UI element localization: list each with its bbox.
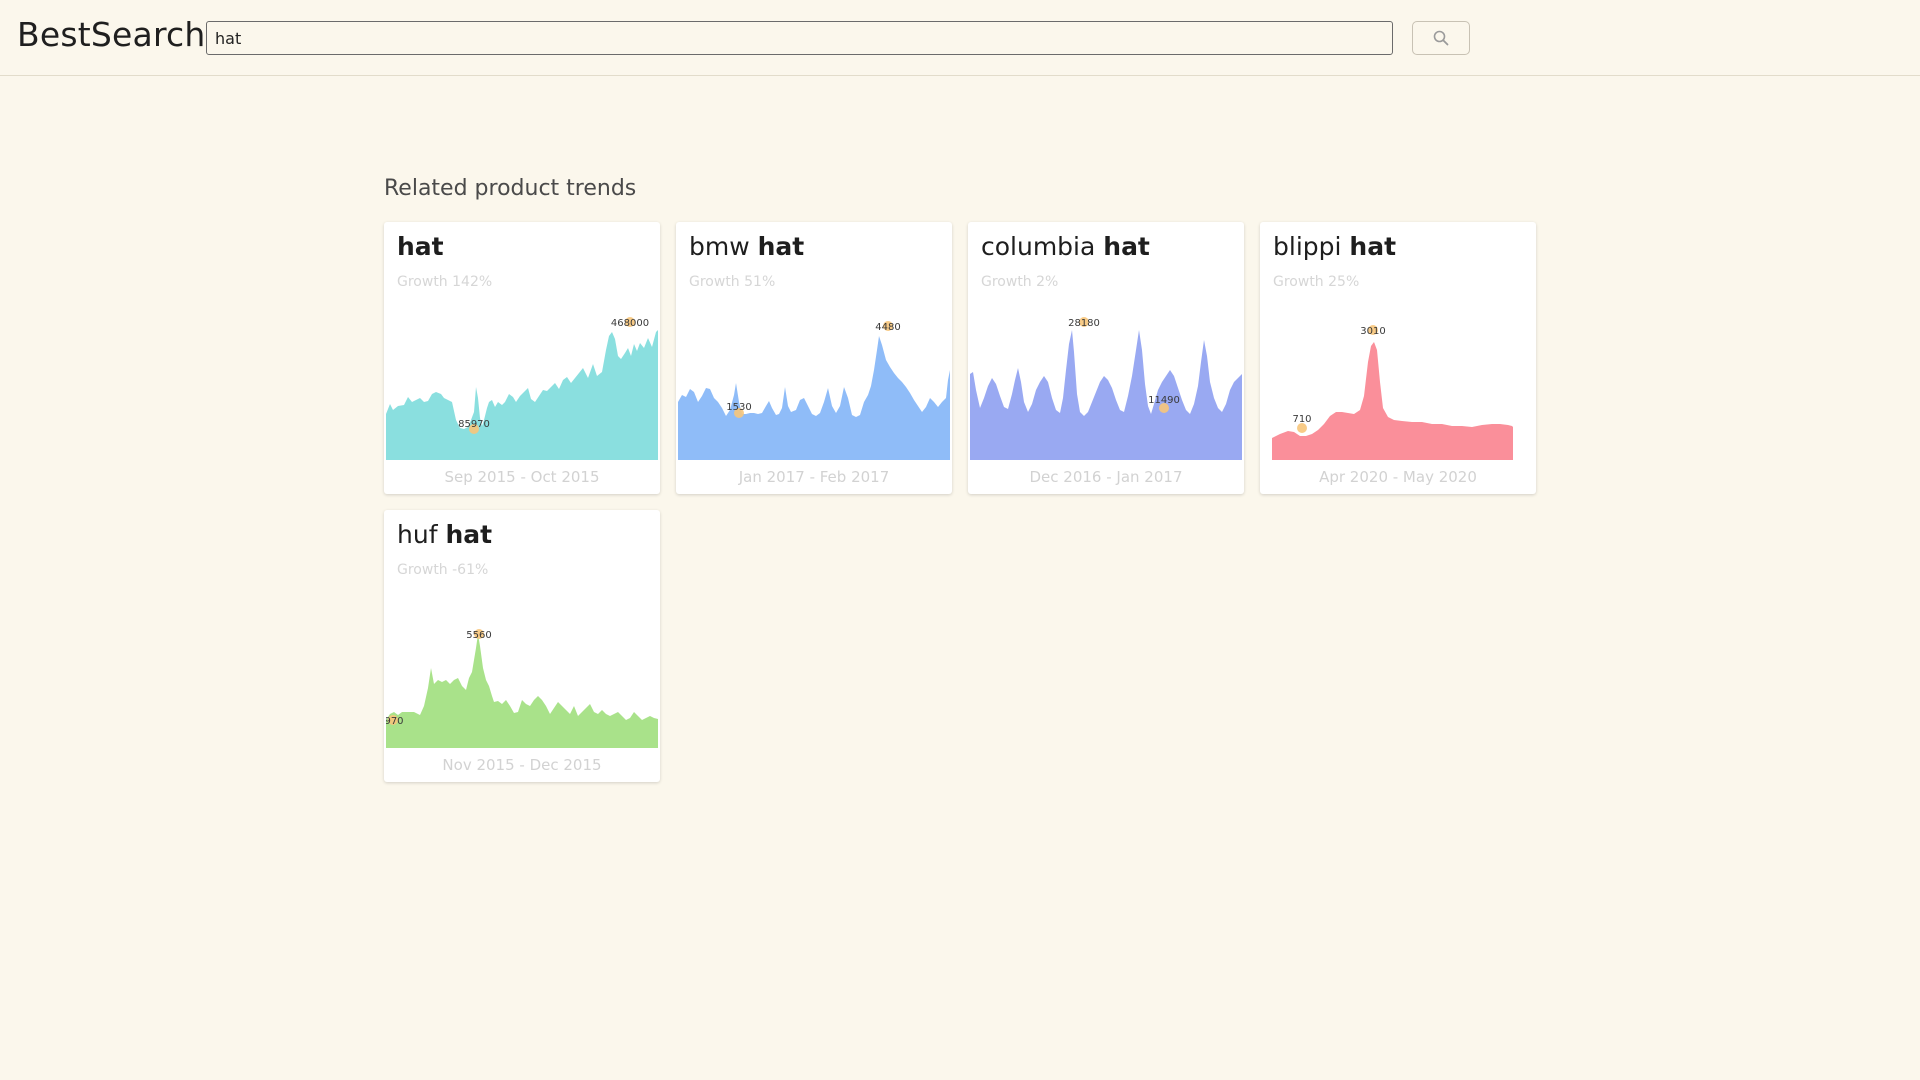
- card-title-prefix: huf: [397, 520, 446, 549]
- app-logo[interactable]: BestSearch: [17, 15, 205, 54]
- card-title: blippi hat: [1273, 232, 1396, 261]
- card-date-range: Jan 2017 - Feb 2017: [738, 468, 890, 486]
- card-title-prefix: bmw: [689, 232, 758, 261]
- trend-chart: 468000 85970: [386, 317, 658, 460]
- card-title-keyword: hat: [445, 520, 493, 549]
- chart-point-label-high: 3010: [1360, 326, 1385, 337]
- trend-chart: 28180 11490: [970, 317, 1242, 460]
- chart-point-label-low: 970: [386, 716, 404, 727]
- trend-card[interactable]: columbia hat Growth 2% 28180 11490 Dec 2…: [968, 222, 1244, 494]
- chart-point-label-high: 28180: [1068, 318, 1100, 329]
- card-growth: Growth 25%: [1273, 274, 1360, 290]
- card-growth: Growth 51%: [689, 274, 776, 290]
- chart-point-label-low: 1530: [726, 402, 751, 413]
- card-title-keyword: hat: [757, 232, 805, 261]
- trend-card[interactable]: huf hat Growth -61% 5560 970 Nov 2015 - …: [384, 510, 660, 782]
- trend-area: [1272, 342, 1513, 460]
- card-growth: Growth 2%: [981, 274, 1059, 290]
- chart-point-label-high: 4480: [875, 322, 900, 333]
- trend-chart: 5560 970: [386, 629, 658, 748]
- search-button[interactable]: [1412, 21, 1470, 55]
- trend-card[interactable]: bmw hat Growth 51% 4480 1530 Jan 2017 - …: [676, 222, 952, 494]
- trend-area: [386, 634, 658, 748]
- chart-point-label-low: 710: [1292, 414, 1311, 425]
- trend-chart: 4480 1530: [678, 321, 950, 460]
- search-icon: [1433, 30, 1449, 46]
- card-title: columbia hat: [981, 232, 1150, 261]
- card-growth: Growth 142%: [397, 274, 493, 290]
- trend-area: [386, 330, 658, 460]
- card-title-keyword: hat: [1349, 232, 1397, 261]
- card-date-range: Apr 2020 - May 2020: [1319, 468, 1477, 486]
- chart-point-label-low: 11490: [1148, 395, 1180, 406]
- card-title: huf hat: [397, 520, 492, 549]
- trend-area: [970, 330, 1242, 460]
- card-date-range: Sep 2015 - Oct 2015: [444, 468, 600, 486]
- top-bar: BestSearch: [0, 0, 1920, 76]
- card-growth: Growth -61%: [397, 562, 489, 578]
- search-input[interactable]: [206, 21, 1393, 55]
- section-title: Related product trends: [384, 176, 637, 201]
- card-title: hat: [397, 232, 444, 261]
- trend-card[interactable]: blippi hat Growth 25% 3010 710 Apr 2020 …: [1260, 222, 1536, 494]
- card-title-prefix: columbia: [981, 232, 1104, 261]
- trend-area: [678, 336, 950, 460]
- trend-chart: 3010 710: [1272, 325, 1513, 460]
- chart-point-label-low: 85970: [458, 419, 490, 430]
- chart-point-label-high: 468000: [611, 318, 649, 329]
- card-title-keyword: hat: [397, 232, 444, 261]
- card-title-keyword: hat: [1103, 232, 1150, 261]
- trend-card[interactable]: hat Growth 142% 468000 85970 Sep 2015 - …: [384, 222, 660, 494]
- card-title: bmw hat: [689, 232, 804, 261]
- card-date-range: Nov 2015 - Dec 2015: [442, 756, 602, 774]
- chart-point-label-high: 5560: [466, 630, 491, 641]
- card-date-range: Dec 2016 - Jan 2017: [1029, 468, 1183, 486]
- card-title-prefix: blippi: [1273, 232, 1350, 261]
